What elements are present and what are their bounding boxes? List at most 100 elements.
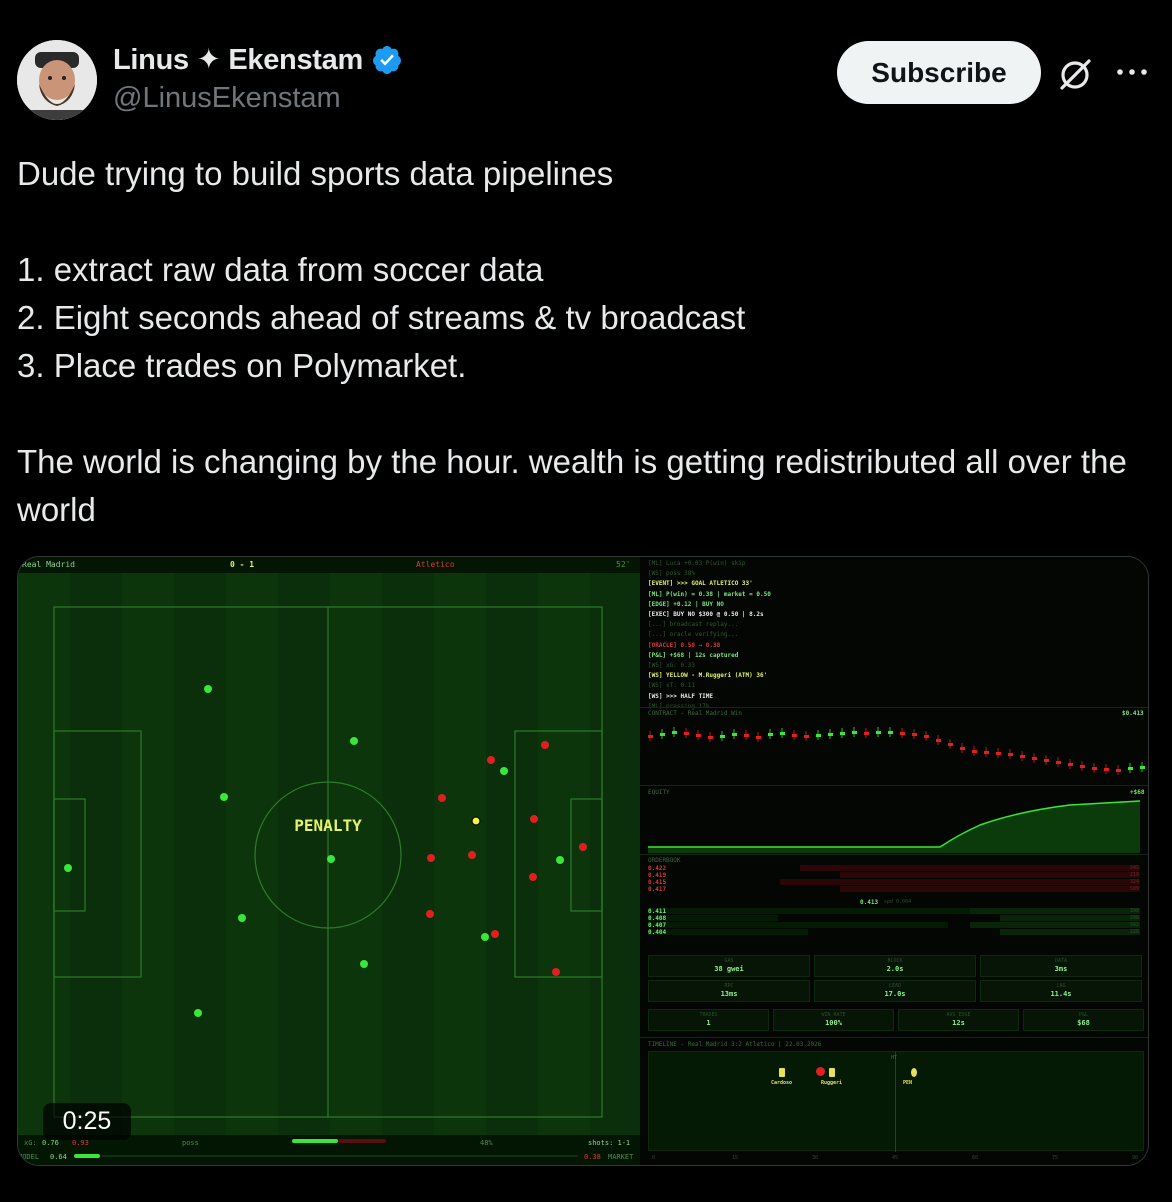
candle-body bbox=[660, 733, 665, 736]
player-marker bbox=[468, 851, 476, 859]
possession-bar-away bbox=[338, 1139, 386, 1143]
timeline-tick: 75 bbox=[1052, 1155, 1059, 1161]
halftime-label: HT bbox=[891, 1055, 898, 1061]
log-line: [ML] Luca +0.03 P(win) skip bbox=[648, 560, 746, 567]
model-bar bbox=[74, 1154, 100, 1158]
bid-size: 298 bbox=[1130, 915, 1140, 921]
market-value: 0.38 bbox=[584, 1153, 601, 1161]
possession-bar-home bbox=[292, 1139, 338, 1143]
ask-depth-bar bbox=[840, 872, 1140, 878]
stat-value: 1 bbox=[706, 1019, 711, 1027]
bid-depth-bar bbox=[970, 908, 1140, 914]
stat-box: TRADES 1 bbox=[648, 1009, 769, 1031]
bid-depth-bar bbox=[648, 908, 1008, 914]
stat-label: TRADES bbox=[699, 1012, 718, 1018]
player-marker bbox=[529, 873, 537, 881]
stat-label: P&L bbox=[1078, 1012, 1089, 1018]
log-line: [ORACLE] 0.50 → 0.38 bbox=[648, 641, 721, 649]
divider bbox=[640, 854, 1148, 855]
possession-pct: 48% bbox=[480, 1139, 493, 1147]
stat-value: 17.0s bbox=[884, 990, 906, 998]
candle-body bbox=[840, 732, 845, 735]
timeline-card-marker[interactable] bbox=[911, 1068, 917, 1077]
ask-size: 218 bbox=[1130, 872, 1140, 878]
candle-body bbox=[924, 735, 929, 738]
candle-body bbox=[804, 735, 809, 738]
candle-body bbox=[1140, 766, 1145, 769]
stat-label: WIN RATE bbox=[821, 1012, 846, 1018]
candle-body bbox=[1068, 763, 1073, 766]
candle-body bbox=[1116, 769, 1121, 772]
timeline-tick: 15 bbox=[732, 1155, 739, 1161]
candle-body bbox=[672, 731, 677, 734]
divider bbox=[640, 707, 1148, 708]
log-line: [WS] YELLOW - M.Ruggeri (ATM) 36' bbox=[648, 672, 768, 680]
stat-box: AVG EDGE 12s bbox=[898, 1009, 1019, 1031]
bid-depth-bar bbox=[1000, 929, 1140, 935]
subscribe-button[interactable]: Subscribe bbox=[837, 41, 1041, 104]
avatar-image bbox=[17, 40, 97, 120]
timeline-goal-marker[interactable] bbox=[816, 1067, 825, 1076]
candle-body bbox=[816, 734, 821, 737]
xg-label: xG: bbox=[24, 1139, 37, 1147]
contract-price: $0.413 bbox=[1122, 710, 1144, 717]
player-marker bbox=[500, 767, 508, 775]
log-line: [WS] xT: 0.11 bbox=[648, 682, 695, 690]
bid-price: 0.408 bbox=[648, 915, 667, 922]
player-marker bbox=[427, 854, 435, 862]
player-marker bbox=[350, 737, 358, 745]
verified-badge-icon[interactable] bbox=[371, 44, 403, 76]
log-line: [ML] P(win) = 0.38 | market = 0.50 bbox=[648, 590, 771, 598]
author-handle[interactable]: @LinusEkenstam bbox=[113, 82, 341, 115]
timeline-card-marker[interactable] bbox=[779, 1068, 785, 1077]
author-display-name[interactable]: Linus ✦ Ekenstam bbox=[113, 42, 363, 77]
candle-body bbox=[720, 735, 725, 738]
stat-box: LEAD 17.0s bbox=[814, 980, 976, 1002]
trading-dashboard: [ML] Luca +0.03 P(win) skip [WS] poss 38%… bbox=[640, 557, 1148, 1165]
ask-price: 0.417 bbox=[648, 886, 667, 893]
timeline-tick: 45 bbox=[892, 1155, 899, 1161]
log-line: [WS] xG: 0.33 bbox=[648, 662, 695, 670]
candle-body bbox=[648, 735, 653, 738]
player-marker bbox=[360, 960, 368, 968]
candle-body bbox=[708, 736, 713, 739]
candle-body bbox=[888, 731, 893, 734]
stat-box: DATA 3ms bbox=[980, 955, 1142, 977]
stat-label: LEAD bbox=[888, 983, 902, 989]
more-options-icon[interactable] bbox=[1112, 54, 1152, 90]
player-marker bbox=[556, 856, 564, 864]
log-line: [...] broadcast replay... bbox=[648, 621, 739, 629]
avatar[interactable] bbox=[17, 40, 97, 120]
candle-body bbox=[1008, 753, 1013, 756]
timeline-card-marker[interactable] bbox=[829, 1068, 835, 1077]
bid-size: 228 bbox=[1130, 929, 1140, 935]
candle-body bbox=[864, 732, 869, 735]
candle-body bbox=[936, 739, 941, 742]
halftime-line bbox=[895, 1052, 896, 1152]
log-line: [WS] >>> HALF TIME bbox=[648, 692, 714, 700]
player-marker bbox=[530, 815, 538, 823]
player-marker bbox=[204, 685, 212, 693]
candle-body bbox=[912, 733, 917, 736]
timeline-label: TIMELINE - Real Madrid 3:2 Atletico | 22… bbox=[648, 1041, 822, 1048]
player-marker bbox=[481, 933, 489, 941]
stat-value: 38 gwei bbox=[714, 965, 744, 973]
stat-box: BLOCK 2.0s bbox=[814, 955, 976, 977]
market-label: MARKET bbox=[608, 1153, 634, 1161]
bid-size: 398 bbox=[1130, 908, 1140, 914]
mid-price: 0.413 bbox=[860, 899, 879, 906]
timeline-event-label: Cardoso bbox=[771, 1080, 793, 1086]
timeline-tick: 0 bbox=[652, 1155, 656, 1161]
stat-box: RPC 13ms bbox=[648, 980, 810, 1002]
grok-icon[interactable] bbox=[1055, 54, 1095, 94]
bid-depth-bar bbox=[970, 922, 1140, 928]
player-marker bbox=[426, 910, 434, 918]
author-name-row: Linus ✦ Ekenstam bbox=[113, 42, 403, 77]
player-marker bbox=[327, 855, 335, 863]
stat-label: AVG EDGE bbox=[946, 1012, 971, 1018]
bid-price: 0.404 bbox=[648, 929, 667, 936]
player-marker bbox=[238, 914, 246, 922]
tweet-video[interactable]: Real Madrid 0 - 1 Atletico 52' PENALTY x… bbox=[17, 556, 1149, 1166]
candle-body bbox=[756, 736, 761, 739]
bid-depth-bar bbox=[648, 929, 808, 935]
